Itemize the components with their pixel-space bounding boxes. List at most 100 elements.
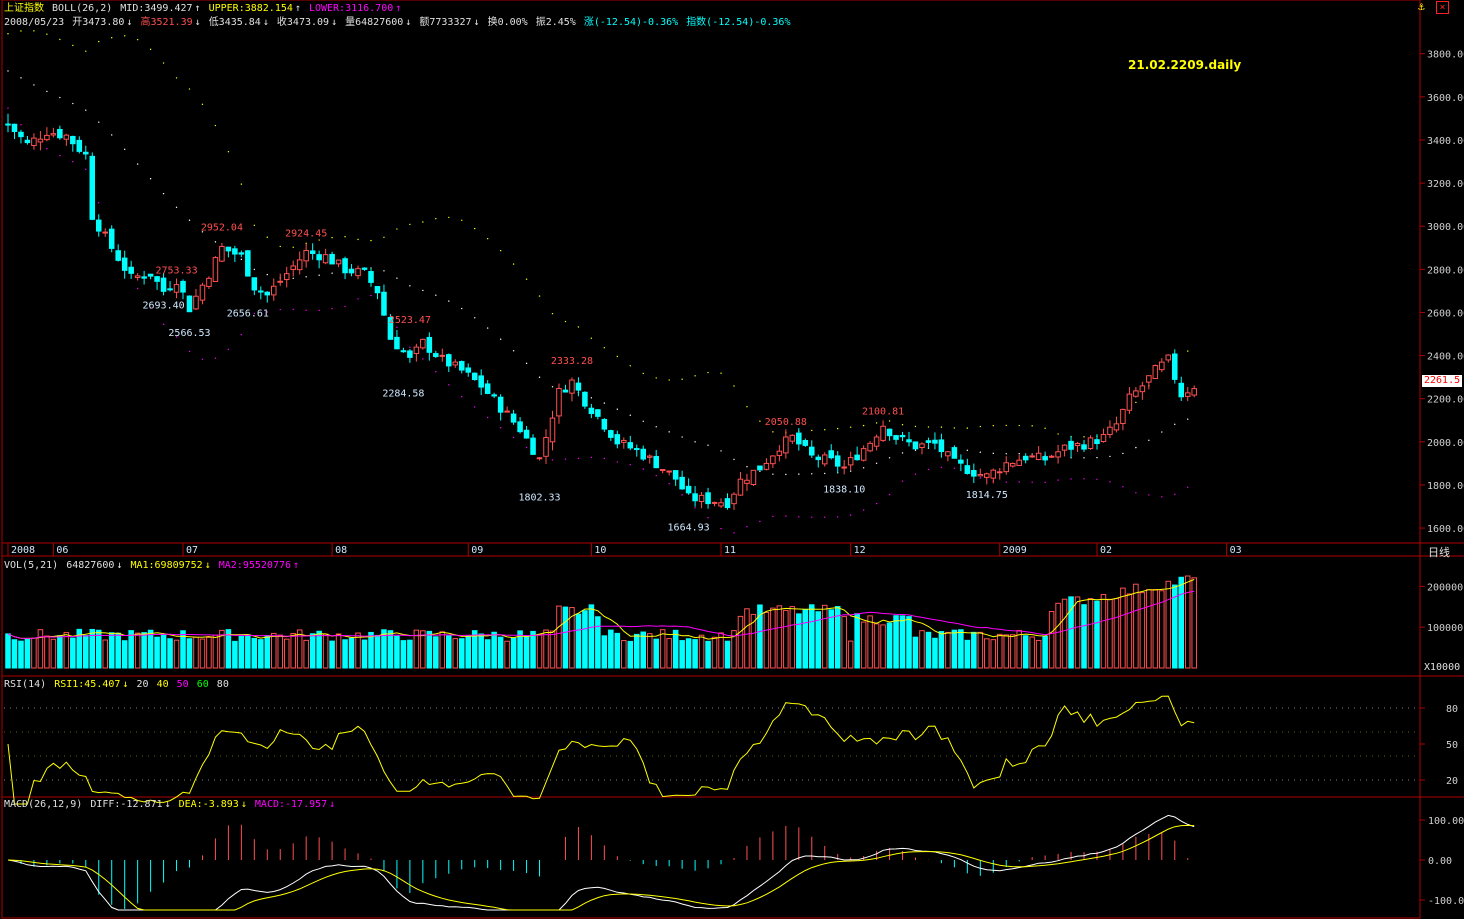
candle-up	[783, 436, 789, 454]
arrow-down-icon: ↓	[194, 17, 201, 28]
lower-band-dot	[59, 154, 61, 157]
lower-band-dot	[1096, 478, 1098, 480]
candle-down	[491, 394, 497, 397]
rsi-label[interactable]: RSI(14)	[4, 679, 46, 690]
candle-down	[154, 276, 160, 282]
mid-band-dot	[798, 473, 800, 475]
lower-band-dot	[409, 346, 411, 349]
upper-band-dot	[1083, 436, 1085, 438]
quote-amplitude: 振2.45%	[535, 17, 576, 28]
volume-bar	[400, 640, 407, 669]
candle-down	[899, 434, 906, 438]
candle-down	[672, 470, 679, 480]
candle-down	[484, 383, 491, 394]
candle-down	[361, 267, 368, 270]
candle-down	[1042, 456, 1048, 461]
lower-band-dot	[551, 459, 554, 461]
candle-up	[63, 134, 70, 140]
anchor-icon[interactable]: ⚓	[1418, 1, 1430, 13]
arrow-up-icon: ↑	[294, 3, 301, 14]
candle-down	[251, 277, 258, 291]
index-name[interactable]: 上证指数	[4, 3, 44, 14]
candlesticks[interactable]	[5, 113, 1197, 510]
candle-down	[465, 367, 471, 373]
volume-bar	[504, 640, 510, 669]
upper-band-dot	[655, 377, 657, 379]
candle-down	[828, 450, 834, 459]
candle-up	[1029, 455, 1035, 458]
volume-bar	[141, 632, 147, 669]
mid-band-dot	[486, 327, 489, 329]
indicator-label[interactable]: BOLL(26,2)	[52, 3, 112, 14]
price-tick-label: 1800.00	[1427, 481, 1464, 492]
candle-up	[1120, 408, 1126, 425]
close-icon[interactable]: ×	[1436, 1, 1449, 14]
arrow-down-icon: ↓	[204, 560, 211, 571]
upper-band-dot	[551, 312, 554, 315]
candle-up	[1003, 462, 1010, 473]
time-tick-label: 09	[471, 545, 483, 556]
candle-down	[232, 248, 238, 255]
upper-band-dot	[448, 216, 450, 219]
lower-band-dot	[577, 457, 580, 460]
candle-up	[919, 443, 925, 449]
candle-down	[1178, 382, 1185, 398]
macd-header: MACD(26,12,9) DIFF:-12.871 ↓ DEA:-3.893 ↓ …	[4, 799, 337, 811]
candle-down	[692, 493, 698, 502]
macd-label[interactable]: MACD(26,12,9)	[4, 799, 82, 810]
candle-down	[633, 448, 640, 451]
upper-band-dot	[409, 223, 411, 226]
candle-down	[57, 128, 63, 139]
volume-bar	[238, 635, 245, 669]
volume-bar	[245, 634, 251, 669]
stock-chart[interactable]: 2952.04 2753.33 2693.40 2566.53 2656.61 2924.…	[0, 0, 1464, 919]
volume-bar	[510, 637, 517, 669]
macd-panel[interactable]: -100.00 0.00 100.00	[7, 814, 1464, 911]
rsi-level-40: 40	[156, 679, 169, 690]
volume-bar	[698, 634, 705, 669]
lower-band-dot	[746, 525, 748, 528]
candle-down	[575, 382, 582, 391]
volume-bar	[95, 629, 102, 669]
candle-up	[711, 501, 718, 504]
volume-bar	[860, 621, 867, 669]
arrow-up-icon: ↑	[194, 3, 201, 14]
upper-band-dot	[486, 237, 489, 240]
upper-band-dot	[357, 238, 359, 241]
lower-band-dot	[953, 467, 956, 469]
upper-band-dot	[20, 30, 22, 32]
rsi-level-50: 50	[176, 679, 189, 690]
chart-frame	[1, 0, 1464, 919]
volume-bar	[737, 615, 744, 669]
volume-bar	[160, 634, 167, 669]
volume-bar	[1146, 589, 1152, 669]
volume-panel[interactable]: 100000 200000	[5, 575, 1463, 669]
quote-open: 开3473.80	[72, 17, 125, 28]
candle-up	[296, 259, 303, 271]
rsi-panel[interactable]: 20 50 80	[4, 695, 1458, 805]
candle-up	[102, 231, 108, 234]
candle-up	[977, 473, 984, 477]
candle-down	[932, 439, 938, 444]
volume-bar	[549, 630, 556, 669]
candle-down	[5, 123, 11, 126]
volume-bar	[309, 633, 316, 669]
volume-bar	[342, 639, 348, 669]
volume-bar	[44, 635, 50, 669]
mid-band-dot	[1148, 439, 1150, 442]
volume-ma1-line	[7, 579, 1195, 640]
lower-band-dot	[668, 483, 670, 485]
lower-band-dot	[422, 358, 424, 360]
volume-bar	[283, 638, 290, 669]
price-tick-label: 3400.00	[1427, 136, 1464, 147]
upper-band-dot	[227, 150, 230, 153]
volume-bar	[290, 633, 296, 669]
period-label[interactable]: 日线	[1428, 544, 1450, 560]
volume-bar	[789, 606, 796, 669]
candle-up	[270, 285, 277, 296]
price-annotation: 2753.33	[155, 265, 197, 276]
upper-band-dot	[175, 77, 178, 79]
arrow-down-icon: ↓	[262, 17, 269, 28]
vol-label[interactable]: VOL(5,21)	[4, 560, 58, 571]
volume-bar	[1094, 600, 1100, 669]
